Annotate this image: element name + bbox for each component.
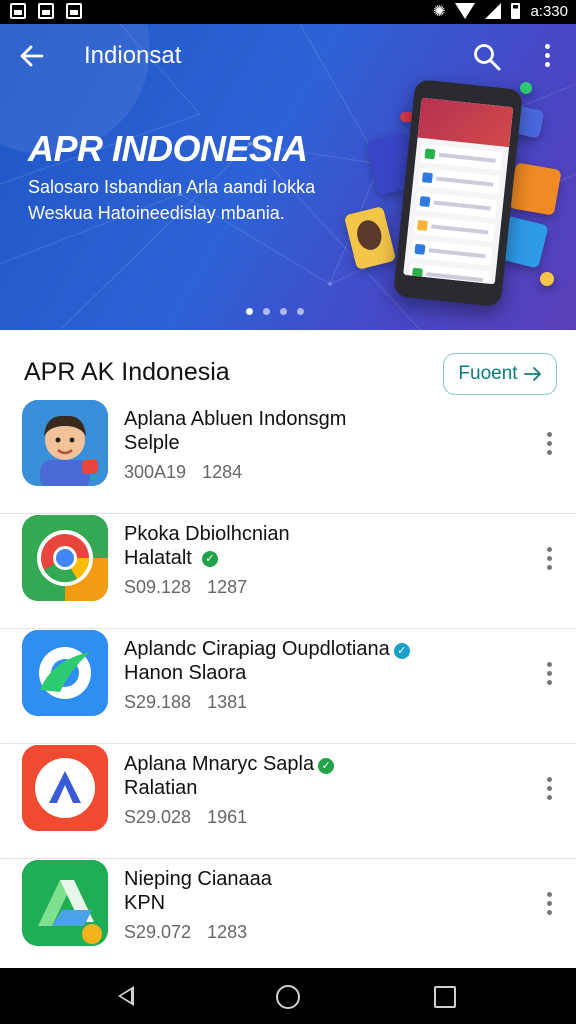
app-subtitle: Ralatian xyxy=(124,777,197,800)
app-meta-secondary: 1284 xyxy=(202,462,243,482)
item-more-options-button[interactable] xyxy=(540,547,558,573)
status-time: a:330 xyxy=(530,2,568,20)
section-action-label: Fuoent xyxy=(458,363,518,384)
arrow-right-icon xyxy=(523,367,541,381)
chrome-browser-icon xyxy=(22,515,108,601)
section-action-button[interactable]: Fuoent xyxy=(443,353,557,395)
item-more-options-button[interactable] xyxy=(540,892,558,918)
person-avatar-icon xyxy=(22,400,108,486)
floating-dot-icon xyxy=(540,272,554,286)
carousel-indicator[interactable] xyxy=(246,308,304,315)
nav-recent-icon[interactable] xyxy=(434,986,456,1008)
app-meta-primary: 300A19 xyxy=(124,462,187,482)
app-list-item[interactable]: Nieping Cianaaa KPN S29.072 1283 xyxy=(0,860,576,974)
arrow-left-icon xyxy=(20,45,44,67)
app-title: Nieping Cianaaa xyxy=(124,868,272,890)
app-meta-secondary: 1961 xyxy=(207,807,248,827)
banner-headline: APR INDONESIA xyxy=(28,128,308,169)
nav-home-icon[interactable] xyxy=(276,985,300,1009)
signal-icon xyxy=(485,3,502,19)
sync-arrow-icon xyxy=(22,630,108,716)
app-title: Aplandc Cirapiag Oupdlotiana ✓ xyxy=(124,638,410,661)
hero-banner[interactable]: Indionsat APR INDONESIA Salosaro Isbandi… xyxy=(0,24,576,330)
app-subtitle-text: Selple xyxy=(124,432,180,454)
app-title: Aplana Mnaryc Sapla ✓ xyxy=(124,753,335,776)
nav-back-icon[interactable] xyxy=(118,986,134,1006)
app-subtitle: Hanon Slaora xyxy=(124,662,246,685)
letter-a-icon xyxy=(22,745,108,831)
system-nav-bar xyxy=(0,968,576,1024)
app-meta: S29.072 1283 xyxy=(124,922,247,943)
floating-dot-icon xyxy=(520,82,532,94)
app-title: Aplana Abluen Indonsgm xyxy=(124,408,347,430)
app-meta: S29.188 1381 xyxy=(124,692,247,713)
app-meta: S09.128 1287 xyxy=(124,577,247,598)
app-list-item[interactable]: Aplandc Cirapiag Oupdlotiana ✓ Hanon Slaor… xyxy=(0,630,576,744)
battery-icon xyxy=(511,3,521,19)
item-more-options-button[interactable] xyxy=(540,432,558,458)
search-button[interactable] xyxy=(472,42,502,72)
verified-badge-icon: ✓ xyxy=(201,550,218,567)
carousel-dot[interactable] xyxy=(263,308,270,315)
search-icon xyxy=(474,44,501,71)
item-more-options-button[interactable] xyxy=(540,777,558,803)
app-meta: 300A19 1284 xyxy=(124,462,242,483)
carousel-dot[interactable] xyxy=(297,308,304,315)
app-subtitle: KPN xyxy=(124,892,165,915)
carousel-dot[interactable] xyxy=(246,308,253,315)
item-more-options-button[interactable] xyxy=(540,662,558,688)
app-meta-secondary: 1287 xyxy=(207,577,248,597)
app-meta-primary: S09.128 xyxy=(124,577,192,597)
banner-subline: Salosaro Isbandian Arla aandi Iokka Wesk… xyxy=(28,177,316,223)
carousel-dot[interactable] xyxy=(280,308,287,315)
notification-icons xyxy=(10,3,82,19)
app-meta-secondary: 1381 xyxy=(207,692,248,712)
app-title: Indionsat xyxy=(84,42,182,69)
floating-app-icon xyxy=(508,162,562,216)
more-options-button[interactable] xyxy=(536,44,558,72)
app-meta: S29.028 1961 xyxy=(124,807,247,828)
wifi-icon xyxy=(455,3,476,19)
app-subtitle: Halatalt ✓ xyxy=(124,547,218,570)
verified-badge-icon: ✓ xyxy=(318,758,335,774)
notification-image-icon xyxy=(38,3,54,19)
back-button[interactable] xyxy=(18,42,52,72)
app-subtitle-text: KPN xyxy=(124,892,166,914)
status-bar: ✺ a:330 xyxy=(0,0,576,24)
app-list-item[interactable]: Pkoka Dbiolhcnian Halatalt ✓ S09.128 1287 xyxy=(0,515,576,629)
drive-triangle-icon xyxy=(22,860,108,946)
app-subtitle-text: Halatalt xyxy=(124,547,192,569)
app-subtitle: Selple xyxy=(124,432,180,455)
app-meta-primary: S29.072 xyxy=(124,922,192,942)
phone-illustration xyxy=(392,78,524,308)
notification-image-icon xyxy=(10,3,26,19)
verified-badge-icon: ✓ xyxy=(393,643,410,659)
notification-image-icon xyxy=(66,3,82,19)
vibrate-icon: ✺ xyxy=(432,3,446,20)
app-list-item[interactable]: Aplana Abluen Indonsgm Selple 300A19 1284 xyxy=(0,400,576,514)
app-list-item[interactable]: Aplana Mnaryc Sapla ✓ Ralatian S29.028 1961 xyxy=(0,745,576,859)
phone-screen xyxy=(403,97,514,285)
app-subtitle-text: Ralatian xyxy=(124,777,198,799)
app-meta-primary: S29.188 xyxy=(124,692,192,712)
app-meta-secondary: 1283 xyxy=(207,922,248,942)
status-right: ✺ a:330 xyxy=(432,2,568,21)
section-title: APR AK Indonesia xyxy=(24,358,230,386)
app-meta-primary: S29.028 xyxy=(124,807,192,827)
app-title: Pkoka Dbiolhcnian xyxy=(124,523,290,545)
app-subtitle-text: Hanon Slaora xyxy=(124,662,247,684)
